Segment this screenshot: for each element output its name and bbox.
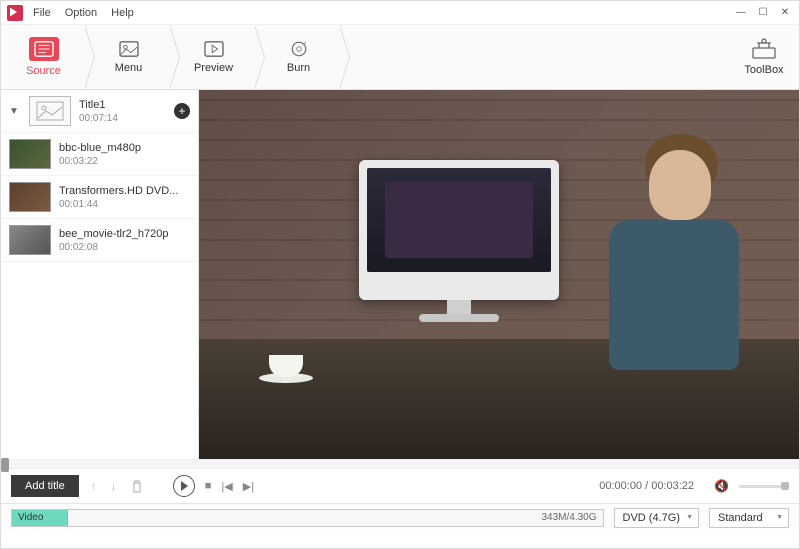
video-preview[interactable] xyxy=(199,90,799,459)
list-item[interactable]: Transformers.HD DVD... 00:01:44 xyxy=(1,176,198,219)
clip-duration: 00:01:44 xyxy=(59,199,190,210)
volume-slider[interactable] xyxy=(739,485,789,488)
toolbox-label: ToolBox xyxy=(744,64,783,76)
title-list: ▼ Title1 00:07:14 + bbc-blue_m480p 00:03… xyxy=(1,90,199,459)
delete-button[interactable] xyxy=(131,480,143,493)
next-button[interactable]: ▶| xyxy=(243,480,254,493)
clip-thumb xyxy=(9,182,51,212)
toolbox-icon xyxy=(751,38,777,60)
quality-dropdown[interactable]: Standard xyxy=(709,508,789,528)
menu-option[interactable]: Option xyxy=(65,7,97,19)
preview-pane xyxy=(199,90,799,459)
clip-duration: 00:03:22 xyxy=(59,156,190,167)
add-title-button[interactable]: Add title xyxy=(11,475,79,497)
menu-file[interactable]: File xyxy=(33,7,51,19)
app-logo xyxy=(7,5,23,21)
step-menu-label: Menu xyxy=(115,62,143,74)
play-button[interactable] xyxy=(173,475,195,497)
clip-name: bbc-blue_m480p xyxy=(59,142,190,154)
prev-button[interactable]: |◀ xyxy=(221,480,232,493)
disc-usage-track: Video 343M/4.30G xyxy=(11,509,604,527)
minimize-button[interactable]: — xyxy=(733,7,749,19)
title-thumb xyxy=(29,96,71,126)
step-burn-label: Burn xyxy=(287,62,310,74)
step-menu[interactable]: Menu xyxy=(86,25,171,90)
size-label: 343M/4.30G xyxy=(541,512,596,523)
clip-thumb xyxy=(9,225,51,255)
volume-handle[interactable] xyxy=(781,482,789,490)
seek-bar[interactable] xyxy=(1,459,799,469)
preview-icon xyxy=(203,40,225,58)
source-icon xyxy=(33,40,55,58)
step-burn[interactable]: Burn xyxy=(256,25,341,90)
burn-icon xyxy=(288,40,310,58)
clip-name: bee_movie-tlr2_h720p xyxy=(59,228,190,240)
clip-duration: 00:02:08 xyxy=(59,242,190,253)
step-preview[interactable]: Preview xyxy=(171,25,256,90)
disc-type-dropdown[interactable]: DVD (4.7G) xyxy=(614,508,699,528)
add-clip-button[interactable]: + xyxy=(174,103,190,119)
seek-handle[interactable] xyxy=(1,458,9,472)
time-display: 00:00:00 / 00:03:22 xyxy=(599,480,694,492)
stop-button[interactable]: ■ xyxy=(205,480,212,492)
volume-icon[interactable]: 🔇 xyxy=(714,479,729,493)
step-source-label: Source xyxy=(26,65,61,77)
move-down-button[interactable]: ↓ xyxy=(111,479,117,493)
clip-name: Transformers.HD DVD... xyxy=(59,185,190,197)
menu-icon xyxy=(118,40,140,58)
title-duration: 00:07:14 xyxy=(79,113,166,124)
title-name: Title1 xyxy=(79,99,166,111)
clip-thumb xyxy=(9,139,51,169)
play-icon xyxy=(181,481,188,491)
toolbox-button[interactable]: ToolBox xyxy=(729,38,799,76)
maximize-button[interactable]: ☐ xyxy=(755,7,771,19)
chevron-down-icon[interactable]: ▼ xyxy=(9,106,21,117)
video-segment: Video xyxy=(12,510,68,526)
step-source[interactable]: Source xyxy=(1,25,86,90)
move-up-button[interactable]: ↑ xyxy=(91,479,97,493)
close-button[interactable]: ✕ xyxy=(777,7,793,19)
title-header-row[interactable]: ▼ Title1 00:07:14 + xyxy=(1,90,198,133)
list-item[interactable]: bee_movie-tlr2_h720p 00:02:08 xyxy=(1,219,198,262)
trash-icon xyxy=(131,480,143,493)
menu-help[interactable]: Help xyxy=(111,7,134,19)
step-preview-label: Preview xyxy=(194,62,233,74)
list-item[interactable]: bbc-blue_m480p 00:03:22 xyxy=(1,133,198,176)
